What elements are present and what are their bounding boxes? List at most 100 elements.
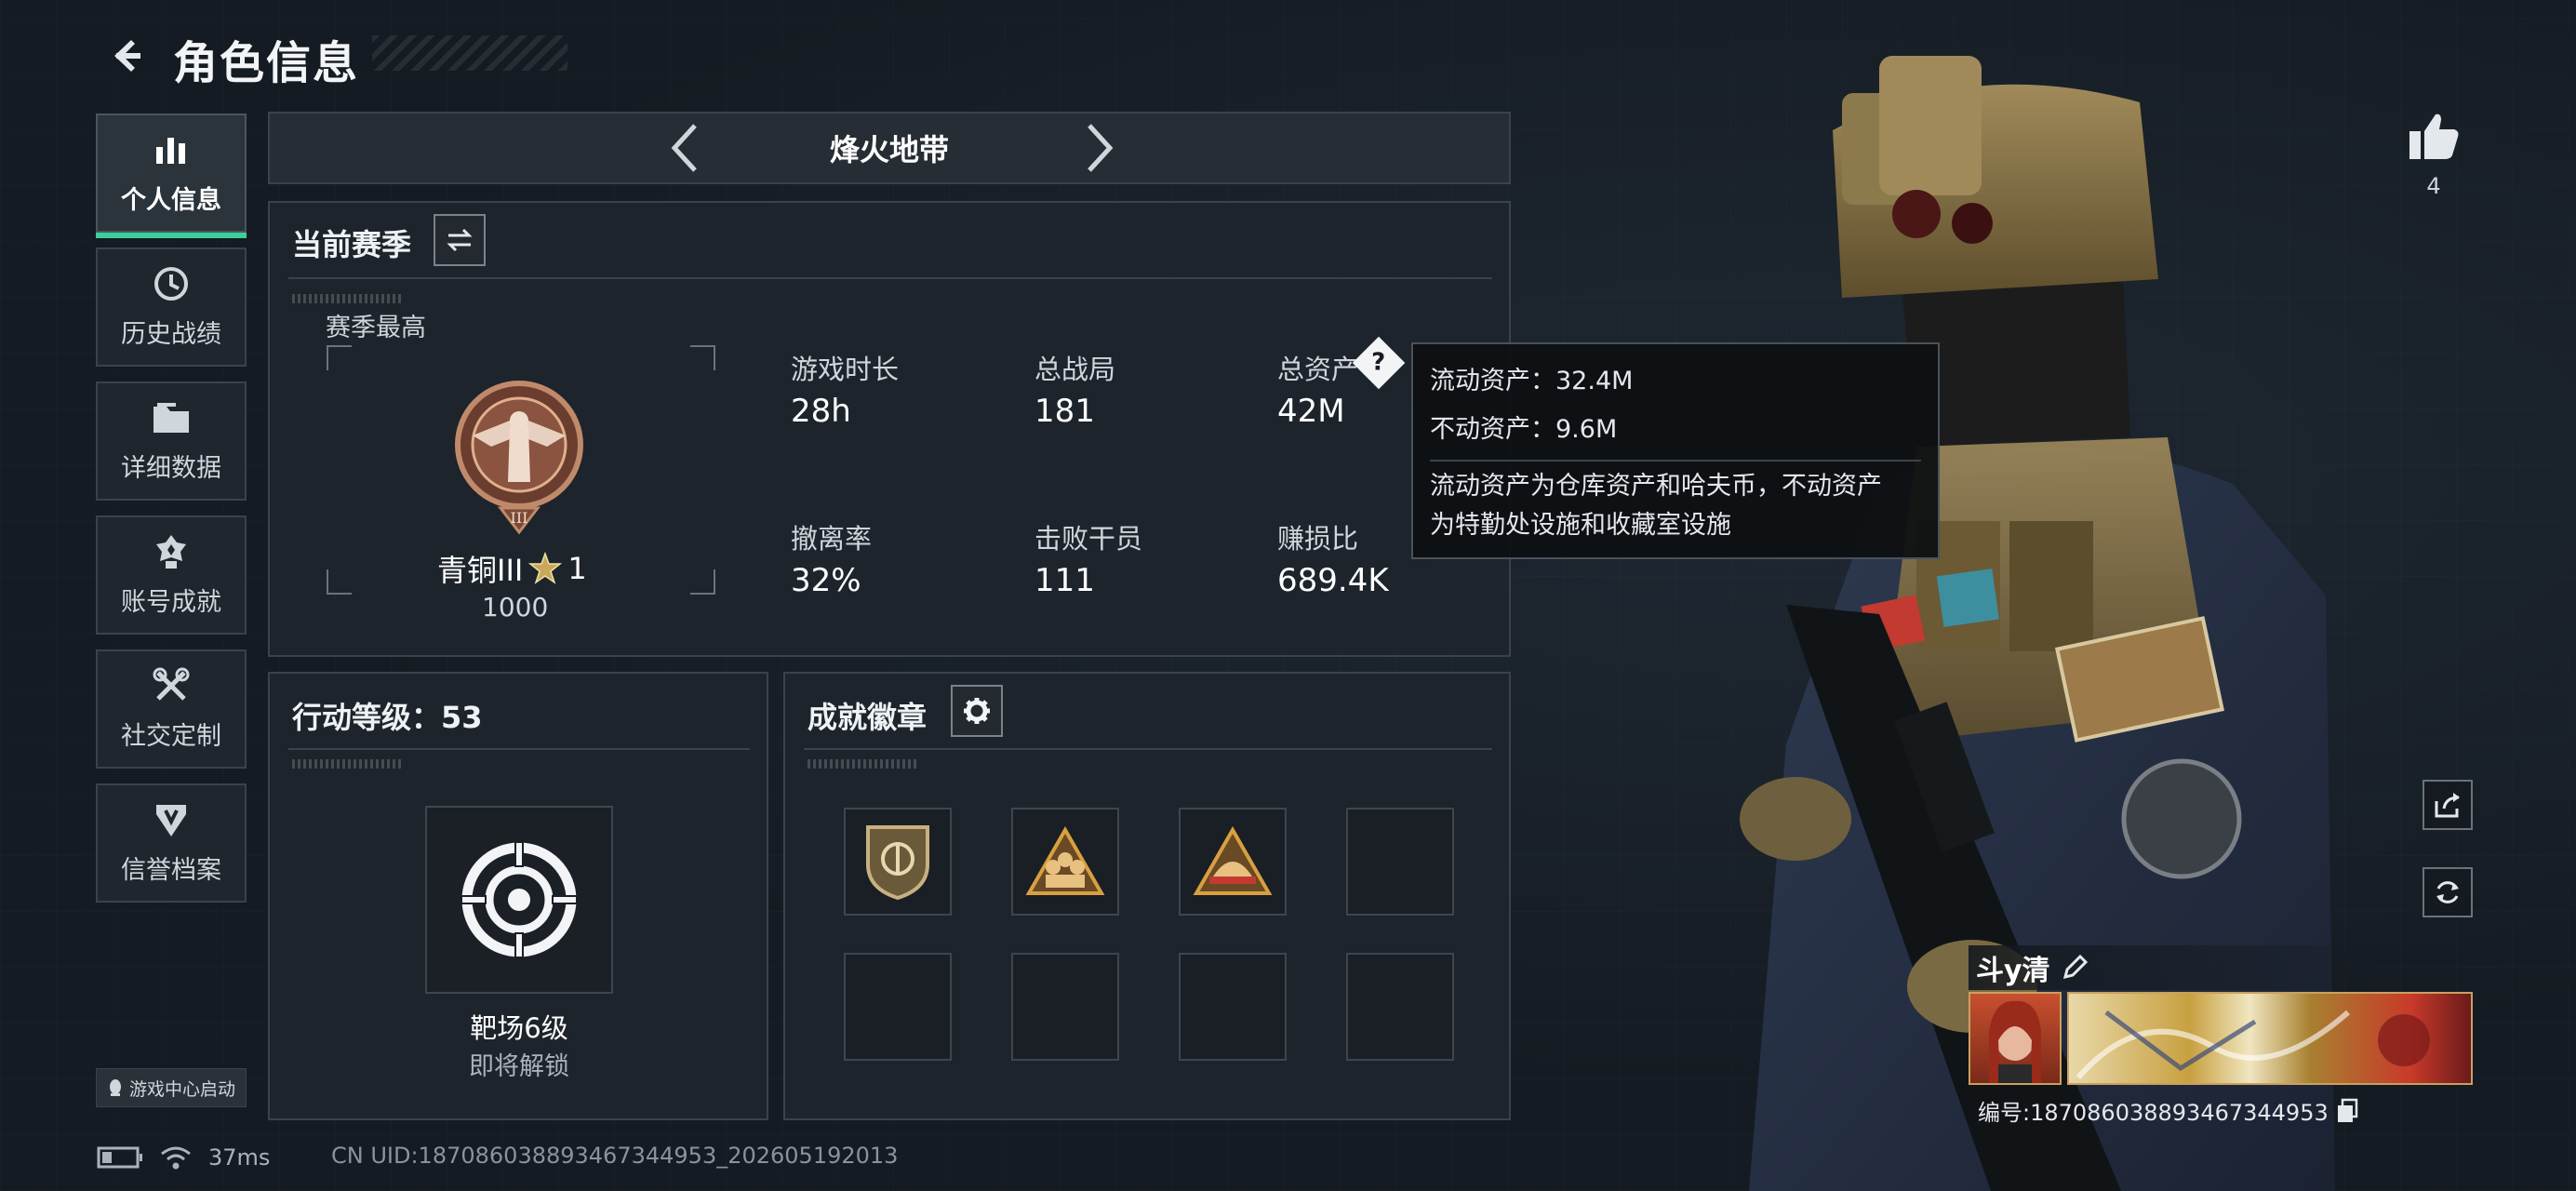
refresh-button[interactable]	[2423, 867, 2473, 917]
badge-slot[interactable]	[1011, 808, 1119, 916]
player-name: 斗y清	[1976, 955, 2050, 987]
rank-name: 青铜III	[437, 553, 524, 588]
stat-value-extract-rate: 32%	[791, 562, 861, 599]
tooltip-divider	[1430, 460, 1921, 462]
swap-icon	[447, 228, 473, 252]
player-name-bar: 斗y清	[1969, 945, 2471, 990]
banner-artwork	[2075, 1010, 2430, 1079]
game-center-launch-button[interactable]: 游戏中心启动	[96, 1068, 247, 1107]
range-level-slot[interactable]	[425, 806, 613, 994]
tooltip-desc-1: 流动资产为仓库资产和哈夫币，不动资产	[1430, 472, 1882, 501]
wifi-icon	[161, 1146, 191, 1170]
mode-selector: 烽火地带	[268, 112, 1511, 184]
season-divider	[288, 277, 1492, 279]
decoration-stripe	[292, 294, 404, 303]
svg-text:III: III	[511, 509, 528, 527]
sidebar-item-label: 详细数据	[121, 453, 221, 483]
avatar-portrait	[1989, 1000, 2041, 1083]
status-bar: 37ms	[97, 1144, 270, 1171]
assets-tooltip: 流动资产：32.4M 不动资产：9.6M 流动资产为仓库资产和哈夫币，不动资产 …	[1411, 342, 1940, 559]
action-level-divider	[288, 748, 750, 750]
like-button[interactable]	[2400, 102, 2467, 169]
sidebar-item-label: 账号成就	[121, 587, 221, 617]
season-title: 当前赛季	[292, 227, 412, 262]
helmet-triangle-badge-icon	[1193, 826, 1273, 895]
question-mark-icon: ?	[1371, 349, 1386, 377]
bar-chart-icon	[151, 131, 192, 168]
achievement-badges-title: 成就徽章	[808, 700, 928, 735]
badge-slot[interactable]	[844, 808, 952, 916]
thumbs-up-icon	[2409, 114, 2459, 159]
back-button[interactable]	[97, 28, 153, 84]
season-switch-button[interactable]	[434, 214, 486, 266]
sidebar-item-label: 历史战绩	[121, 319, 221, 349]
stat-label-total-matches: 总战局	[1034, 354, 1116, 385]
stat-value-total-matches: 181	[1034, 393, 1095, 430]
history-clock-icon	[151, 265, 192, 302]
game-center-label: 游戏中心启动	[128, 1078, 235, 1100]
badge-slot[interactable]	[1346, 953, 1454, 1061]
badge-slot[interactable]	[1346, 808, 1454, 916]
badge-slot[interactable]	[1011, 953, 1119, 1061]
sidebar-item-label: 社交定制	[121, 721, 221, 751]
gear-icon	[964, 698, 990, 724]
mode-next-button[interactable]	[1077, 120, 1124, 176]
chevron-left-icon	[671, 124, 697, 172]
tooltip-liquid-assets: 流动资产：32.4M	[1430, 367, 1634, 395]
shield-badge-icon	[866, 825, 929, 901]
profile-banner[interactable]	[2067, 992, 2473, 1085]
achievement-medal-icon	[151, 533, 192, 570]
tooltip-fixed-assets: 不动资产：9.6M	[1430, 415, 1618, 444]
sidebar-item-achievements[interactable]: 账号成就	[96, 515, 247, 635]
stat-value-total-assets: 42M	[1277, 393, 1345, 430]
rank-stars: 1	[567, 551, 587, 586]
rank-display: 青铜III 1	[437, 547, 587, 590]
folder-icon	[151, 399, 192, 436]
badge-slot[interactable]	[1179, 808, 1287, 916]
stat-label-play-time: 游戏时长	[791, 354, 900, 385]
sidebar-item-credit[interactable]: 信誉档案	[96, 783, 247, 903]
edit-pencil-icon[interactable]	[2062, 955, 2088, 981]
share-button[interactable]	[2423, 780, 2473, 830]
copy-icon[interactable]	[2336, 1098, 2358, 1124]
stat-value-kills: 111	[1034, 562, 1095, 599]
stat-value-play-time: 28h	[791, 393, 851, 430]
range-level-status: 即将解锁	[469, 1052, 569, 1081]
player-id: 编号:18708603889346734495​3	[1978, 1100, 2329, 1126]
uid-text: CN UID:18708603889346734495​3_2026051920…	[331, 1143, 899, 1169]
sidebar-item-label: 信誉档案	[121, 855, 221, 885]
action-level-title: 行动等级：53	[292, 700, 483, 735]
sidebar-item-detail-data[interactable]: 详细数据	[96, 381, 247, 501]
shield-badge-icon	[151, 801, 192, 838]
sidebar-item-history[interactable]: 历史战绩	[96, 248, 247, 367]
mode-prev-button[interactable]	[661, 120, 707, 176]
sidebar-item-personal-info[interactable]: 个人信息	[96, 114, 247, 238]
star-icon	[528, 552, 563, 584]
badge-slot[interactable]	[844, 953, 952, 1061]
team-triangle-badge-icon	[1025, 826, 1105, 895]
ping-value: 37ms	[208, 1144, 271, 1171]
back-arrow-icon	[114, 40, 140, 72]
like-count: 4	[2426, 173, 2441, 199]
chevron-right-icon	[1088, 124, 1114, 172]
refresh-icon	[2436, 881, 2459, 903]
avatar[interactable]	[1969, 992, 2062, 1085]
stat-label-total-assets: 总资产	[1277, 354, 1359, 385]
sidebar-item-social[interactable]: 社交定制	[96, 649, 247, 769]
share-icon	[2435, 793, 2460, 818]
badge-settings-button[interactable]	[951, 685, 1003, 737]
player-id-row: 编号:18708603889346734495​3	[1978, 1094, 2358, 1127]
sidebar-item-label: 个人信息	[121, 185, 221, 215]
badge-slot[interactable]	[1179, 953, 1287, 1061]
stat-label-extract-rate: 撤离率	[791, 523, 873, 555]
season-best-label: 赛季最高	[326, 314, 426, 342]
title-decoration	[372, 35, 567, 71]
mode-title: 烽火地带	[829, 132, 949, 167]
tools-icon	[151, 667, 192, 704]
tooltip-desc-2: 为特勤处设施和收藏室设施	[1430, 511, 1731, 540]
achievement-divider	[804, 748, 1492, 750]
target-icon	[459, 839, 580, 960]
range-level-name: 靶场6级	[470, 1012, 568, 1044]
stat-label-profit-ratio: 赚损比	[1277, 523, 1359, 555]
rank-score: 1000	[482, 592, 549, 622]
